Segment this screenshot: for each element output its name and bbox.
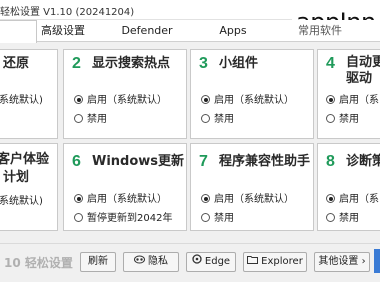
folder-icon: [247, 253, 259, 271]
panel-number: 3: [199, 55, 208, 72]
panel-title: 程序兼容性助手: [219, 154, 311, 169]
option-label: 启用（系: [339, 95, 379, 106]
edge-button[interactable]: Edge: [186, 252, 236, 272]
option-label: 启用（系统默认）: [214, 95, 294, 106]
panel-title-line2: 计划: [3, 170, 30, 185]
radio-unselected-icon[interactable]: [201, 114, 210, 123]
option-enable[interactable]: 启用（系: [326, 193, 379, 207]
panel-title-line1: 客户体验: [0, 152, 50, 167]
option-disable[interactable]: 禁用: [201, 212, 234, 226]
tab-advanced[interactable]: 高级设置: [38, 20, 88, 42]
button-label: 其他设置 ›: [318, 256, 366, 267]
button-label: 刷新: [88, 256, 108, 267]
option-label: 启用（系: [339, 194, 379, 205]
radio-selected-icon[interactable]: [74, 194, 83, 203]
option-label: 系统默认): [0, 196, 43, 207]
button-label: Edge: [204, 256, 231, 267]
other-settings-button[interactable]: 其他设置 ›: [314, 252, 370, 272]
panel-auto-driver-update: 4 自动更 驱动 启用（系 禁用: [317, 49, 380, 139]
option-default[interactable]: 系统默认): [0, 195, 43, 209]
panel-number: 2: [72, 55, 81, 72]
panel-title-line1: 自动更: [346, 55, 380, 70]
radio-selected-icon[interactable]: [74, 95, 83, 104]
radio-unselected-icon[interactable]: [74, 114, 83, 123]
panel-widgets: 3 小组件 启用（系统默认） 禁用: [190, 49, 314, 139]
option-enable[interactable]: 启用（系统默认）: [74, 193, 167, 207]
tab-bar: 高级设置 Defender Apps 常用软件: [0, 20, 380, 43]
tab-basic[interactable]: [0, 20, 37, 43]
tab-apps[interactable]: Apps: [210, 20, 256, 42]
privacy-icon: [134, 253, 145, 271]
option-label: 暂停更新到2042年: [87, 213, 173, 224]
panel-title: Windows更新: [92, 154, 185, 169]
button-label: 隐私: [148, 256, 168, 267]
panel-restore: 还原 系统默认): [0, 49, 58, 139]
panel-number: 7: [199, 153, 208, 170]
radio-unselected-icon[interactable]: [74, 213, 83, 222]
window-title: 轻松设置 V1.10 (20241204): [0, 7, 135, 18]
privacy-button[interactable]: 隐私: [123, 252, 179, 272]
panel-title: 诊断策: [346, 154, 380, 169]
option-pause[interactable]: 暂停更新到2042年: [74, 212, 172, 226]
button-label: Explorer: [261, 256, 303, 267]
option-enable[interactable]: 启用（系统默认）: [74, 94, 167, 108]
option-default[interactable]: 系统默认): [0, 94, 43, 108]
panel-diagnostic-policy: 8 诊断策 启用（系 禁用: [317, 143, 380, 231]
option-disable[interactable]: 禁用: [74, 113, 107, 127]
panel-title-line2: 驱动: [346, 71, 373, 86]
option-enable[interactable]: 启用（系统默认）: [201, 193, 294, 207]
panel-title: 显示搜索热点: [92, 56, 171, 71]
tab-defender[interactable]: Defender: [118, 20, 176, 42]
tab-common-software[interactable]: 常用软件: [292, 20, 348, 42]
panel-ceip: 客户体验 计划 系统默认): [0, 143, 58, 231]
edge-icon: [192, 253, 202, 271]
footer-brand: 10 轻松设置: [4, 256, 73, 270]
panel-windows-update: 6 Windows更新 启用（系统默认） 暂停更新到2042年: [63, 143, 187, 231]
option-disable[interactable]: 禁用: [326, 113, 359, 127]
option-enable[interactable]: 启用（系统默认）: [201, 94, 294, 108]
radio-unselected-icon[interactable]: [326, 114, 335, 123]
radio-selected-icon[interactable]: [326, 194, 335, 203]
panel-number: 8: [326, 153, 335, 170]
option-disable[interactable]: 禁用: [326, 212, 359, 226]
footer-divider: [0, 243, 380, 244]
option-label: 启用（系统默认）: [214, 194, 294, 205]
accent-strip: [374, 249, 380, 273]
option-label: 禁用: [214, 213, 234, 224]
explorer-button[interactable]: Explorer: [243, 252, 307, 272]
panel-title: 还原: [3, 56, 30, 71]
option-disable[interactable]: 禁用: [201, 113, 234, 127]
option-label: 启用（系统默认）: [87, 194, 167, 205]
option-label: 禁用: [339, 213, 359, 224]
panel-number: 6: [72, 153, 81, 170]
option-label: 系统默认): [0, 95, 43, 106]
radio-selected-icon[interactable]: [201, 194, 210, 203]
panel-search-highlights: 2 显示搜索热点 启用（系统默认） 禁用: [63, 49, 187, 139]
option-label: 禁用: [214, 114, 234, 125]
option-enable[interactable]: 启用（系: [326, 94, 379, 108]
radio-unselected-icon[interactable]: [326, 213, 335, 222]
option-label: 启用（系统默认）: [87, 95, 167, 106]
refresh-button[interactable]: 刷新: [80, 252, 116, 272]
option-label: 禁用: [87, 114, 107, 125]
panel-title: 小组件: [219, 56, 259, 71]
radio-selected-icon[interactable]: [326, 95, 335, 104]
radio-unselected-icon[interactable]: [201, 213, 210, 222]
option-label: 禁用: [339, 114, 359, 125]
panel-compat-assistant: 7 程序兼容性助手 启用（系统默认） 禁用: [190, 143, 314, 231]
panel-number: 4: [326, 55, 335, 72]
radio-selected-icon[interactable]: [201, 95, 210, 104]
